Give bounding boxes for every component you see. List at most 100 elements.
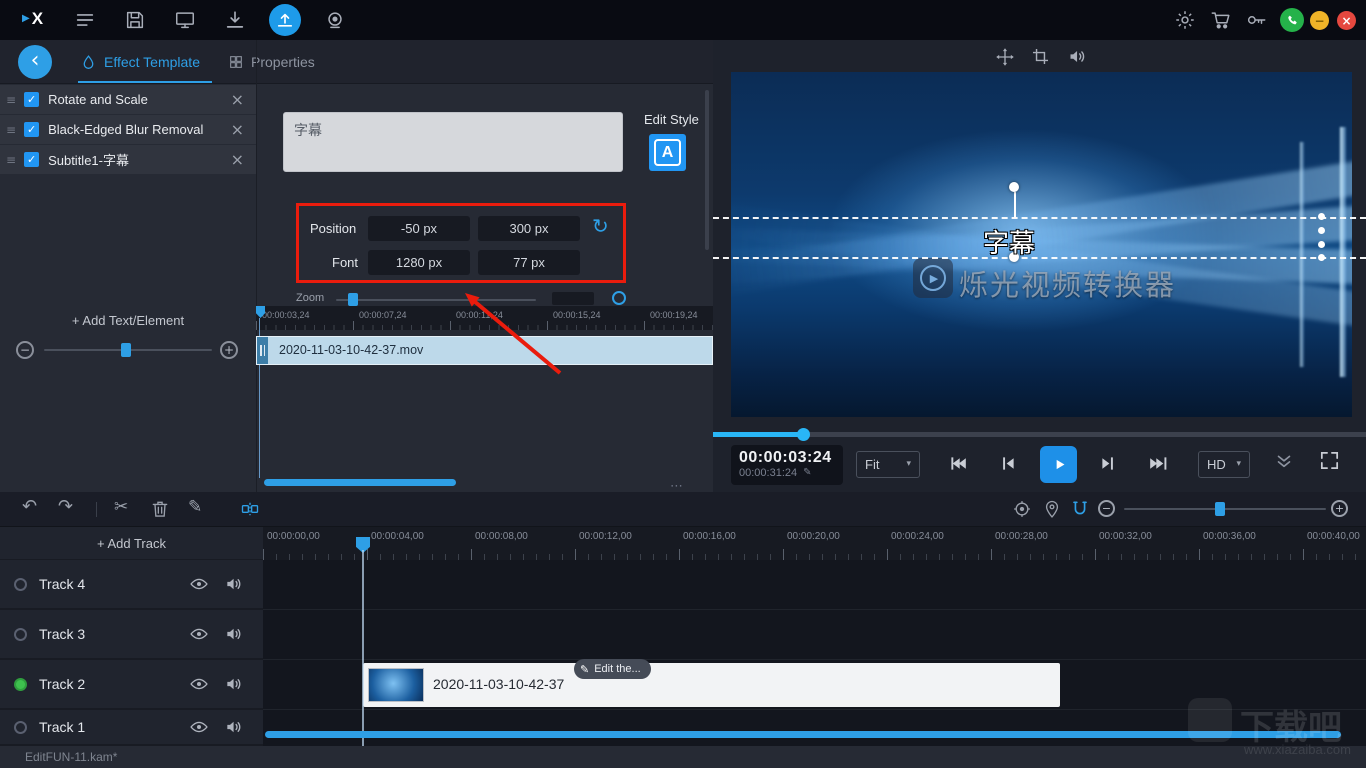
mini-timeline-scrollbar[interactable] bbox=[264, 479, 456, 486]
quality-dropdown[interactable]: HD ▾ bbox=[1198, 451, 1250, 478]
timeline-scrollbar[interactable] bbox=[265, 731, 1341, 738]
contact-phone-button[interactable] bbox=[1280, 8, 1304, 32]
seek-bar-track[interactable] bbox=[713, 432, 1366, 437]
selection-side-handle[interactable] bbox=[1318, 227, 1325, 234]
track-header[interactable]: Track 2 bbox=[0, 660, 263, 710]
export-button[interactable] bbox=[269, 4, 301, 36]
timeline-clip[interactable]: 2020-11-03-10-42-37 bbox=[363, 663, 1060, 707]
zoom-in-button[interactable]: + bbox=[220, 341, 238, 359]
record-icon[interactable] bbox=[324, 9, 346, 31]
next-frame-button[interactable] bbox=[1098, 453, 1119, 474]
visibility-eye-icon[interactable] bbox=[189, 717, 209, 737]
visibility-eye-icon[interactable] bbox=[189, 624, 209, 644]
track-header[interactable]: Track 1 bbox=[0, 710, 263, 746]
track-lane[interactable] bbox=[263, 610, 1366, 660]
scissors-cut-icon[interactable]: ✂ bbox=[114, 499, 128, 516]
position-x-field[interactable]: -50 px bbox=[368, 216, 470, 241]
edit-style-button[interactable]: A bbox=[649, 134, 686, 171]
zoom-reset-button[interactable] bbox=[612, 291, 626, 305]
timeline-ruler[interactable]: 00:00:00,00 00:00:04,00 00:00:08,00 00:0… bbox=[263, 527, 1366, 560]
effect-list-item[interactable]: ≡ ✓ Rotate and Scale × bbox=[0, 85, 256, 114]
tab-effect-template[interactable]: Effect Template bbox=[80, 40, 200, 84]
subtitle-overlay-text[interactable]: 字幕 bbox=[983, 223, 1035, 260]
back-button[interactable]: ‹ bbox=[18, 45, 52, 79]
track-indicator[interactable] bbox=[14, 628, 27, 641]
checkbox-checked[interactable]: ✓ bbox=[24, 152, 39, 167]
skip-to-end-button[interactable] bbox=[1148, 453, 1169, 474]
clip-tooltip[interactable]: ✎ Edit the... bbox=[574, 659, 651, 679]
selection-side-handle[interactable] bbox=[1318, 213, 1325, 220]
track-lane[interactable] bbox=[263, 560, 1366, 610]
mute-speaker-icon[interactable] bbox=[224, 674, 244, 694]
mute-speaker-icon[interactable] bbox=[224, 717, 244, 737]
mute-speaker-icon[interactable] bbox=[224, 574, 244, 594]
mute-speaker-icon[interactable] bbox=[224, 624, 244, 644]
track-header[interactable]: Track 4 bbox=[0, 560, 263, 610]
drag-handle-icon[interactable]: ≡ bbox=[6, 124, 16, 136]
effect-list-item[interactable]: ≡ ✓ Subtitle1-字幕 × bbox=[0, 145, 256, 174]
monitor-icon[interactable] bbox=[174, 9, 196, 31]
position-y-field[interactable]: 300 px bbox=[478, 216, 580, 241]
timeline-zoom-handle[interactable] bbox=[348, 293, 358, 306]
timeline-zoom-out-button[interactable]: − bbox=[1098, 500, 1115, 517]
undo-icon[interactable]: ↶ bbox=[22, 498, 37, 516]
magnet-snap-icon[interactable] bbox=[1070, 499, 1090, 519]
split-clip-icon[interactable] bbox=[240, 499, 260, 519]
add-text-element-button[interactable]: + Add Text/Element bbox=[0, 308, 256, 334]
rotate-handle[interactable] bbox=[1009, 182, 1019, 192]
mini-timeline-clip[interactable]: 2020-11-03-10-42-37.mov bbox=[256, 336, 713, 365]
track-indicator[interactable] bbox=[14, 721, 27, 734]
delete-trash-icon[interactable] bbox=[150, 499, 170, 519]
settings-gear-icon[interactable] bbox=[1174, 9, 1196, 31]
clip-trim-handle[interactable] bbox=[257, 337, 268, 364]
download-icon[interactable] bbox=[224, 9, 246, 31]
remove-effect-icon[interactable]: × bbox=[231, 152, 244, 168]
redo-icon[interactable]: ↷ bbox=[58, 498, 73, 516]
track-indicator-active[interactable] bbox=[14, 678, 27, 691]
key-icon[interactable] bbox=[1245, 9, 1267, 31]
add-track-button[interactable]: + Add Track bbox=[0, 527, 263, 560]
volume-icon[interactable] bbox=[1067, 46, 1088, 67]
seek-handle[interactable] bbox=[797, 428, 810, 441]
font-width-field[interactable]: 1280 px bbox=[368, 250, 470, 275]
effect-list-item[interactable]: ≡ ✓ Black-Edged Blur Removal × bbox=[0, 115, 256, 144]
playhead-line[interactable] bbox=[362, 550, 364, 746]
checkbox-checked[interactable]: ✓ bbox=[24, 122, 39, 137]
tab-properties[interactable]: Properties bbox=[228, 40, 315, 84]
reset-position-icon[interactable]: ↻ bbox=[592, 216, 609, 236]
fullscreen-icon[interactable] bbox=[1318, 449, 1341, 472]
minimize-button[interactable]: − bbox=[1310, 11, 1329, 30]
zoom-out-button[interactable]: − bbox=[16, 341, 34, 359]
play-button[interactable] bbox=[1040, 446, 1077, 483]
close-window-button[interactable]: × bbox=[1337, 11, 1356, 30]
crop-tool-icon[interactable] bbox=[1031, 47, 1050, 66]
cart-icon[interactable] bbox=[1210, 9, 1232, 31]
visibility-eye-icon[interactable] bbox=[189, 674, 209, 694]
move-tool-icon[interactable] bbox=[995, 47, 1015, 67]
visibility-eye-icon[interactable] bbox=[189, 574, 209, 594]
menu-icon[interactable] bbox=[74, 9, 96, 31]
fit-dropdown[interactable]: Fit ▾ bbox=[856, 451, 920, 478]
timeline-zoom-slider-handle[interactable] bbox=[1215, 502, 1225, 516]
edit-time-pencil-icon[interactable]: ✎ bbox=[803, 468, 811, 478]
collapse-double-chevron-icon[interactable] bbox=[1273, 450, 1295, 472]
timeline-zoom-in-button[interactable]: + bbox=[1331, 500, 1348, 517]
drag-handle-icon[interactable]: ≡ bbox=[6, 94, 16, 106]
timeline-zoom-slider[interactable] bbox=[1124, 508, 1326, 510]
edit-pencil-icon[interactable]: ✎ bbox=[188, 499, 202, 516]
subtitle-text-input[interactable]: 字幕 bbox=[283, 112, 623, 172]
font-height-field[interactable]: 77 px bbox=[478, 250, 580, 275]
save-icon[interactable] bbox=[124, 9, 146, 31]
track-header[interactable]: Track 3 bbox=[0, 610, 263, 660]
properties-scrollbar[interactable] bbox=[705, 90, 709, 250]
keyframe-target-icon[interactable] bbox=[1012, 499, 1032, 519]
marker-pin-icon[interactable] bbox=[1042, 499, 1062, 519]
skip-to-start-button[interactable] bbox=[947, 453, 968, 474]
checkbox-checked[interactable]: ✓ bbox=[24, 92, 39, 107]
timeline-zoom-slider[interactable] bbox=[336, 299, 536, 301]
mini-timeline-ruler[interactable]: 00:00:03,24 00:00:07,24 00:00:11,24 00:0… bbox=[256, 306, 713, 330]
remove-effect-icon[interactable]: × bbox=[231, 122, 244, 138]
track-indicator[interactable] bbox=[14, 578, 27, 591]
selection-side-handle[interactable] bbox=[1318, 254, 1325, 261]
selection-side-handle[interactable] bbox=[1318, 241, 1325, 248]
